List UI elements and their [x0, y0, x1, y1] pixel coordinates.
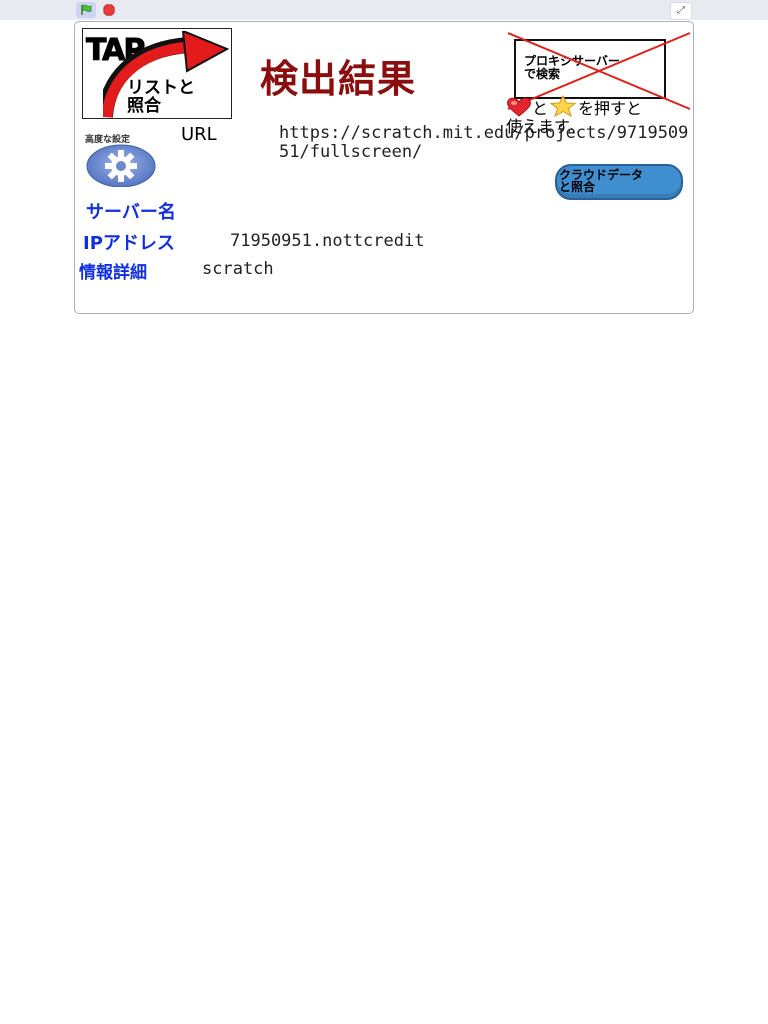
page-title: 検出結果: [260, 56, 417, 101]
stage: TAP リストと 照合 検出結果 プロキシサーバー で検索 と を押すと 使えま…: [74, 21, 694, 314]
proxy-search-button[interactable]: プロキシサーバー で検索: [507, 32, 691, 110]
green-flag-button[interactable]: [76, 2, 96, 18]
cloud-label-line2: と照合: [559, 180, 596, 194]
hint-text-press: を押すと: [578, 99, 643, 118]
star-icon: [549, 94, 577, 118]
cloud-data-match-button[interactable]: クラウドデータ と照合: [555, 164, 683, 200]
info-detail-label: 情報詳細: [79, 263, 147, 283]
list-match-label-line2: 照合: [127, 96, 161, 116]
server-name-label: サーバー名: [86, 202, 176, 223]
list-match-button[interactable]: TAP リストと 照合: [82, 28, 232, 119]
hint-text-and: と: [532, 99, 549, 118]
ip-address-label: IPアドレス: [83, 233, 175, 254]
stop-icon[interactable]: [102, 4, 116, 16]
url-value: https://scratch.mit.edu/projects/9719509…: [279, 123, 689, 162]
gear-icon[interactable]: [85, 143, 157, 187]
cloud-data-match-label: クラウドデータ と照合: [559, 169, 683, 193]
player-controls-bar: ⤢: [0, 0, 768, 20]
list-match-label: リストと 照合: [127, 79, 231, 115]
ip-address-value: 71950951.nottcredit: [230, 231, 425, 251]
green-flag-icon: [81, 4, 92, 15]
url-label: URL: [181, 124, 217, 145]
exit-fullscreen-icon[interactable]: ⤢: [670, 2, 692, 20]
heart-icon: [507, 97, 531, 117]
list-match-label-line1: リストと: [127, 78, 195, 98]
info-detail-value: scratch: [202, 259, 274, 279]
